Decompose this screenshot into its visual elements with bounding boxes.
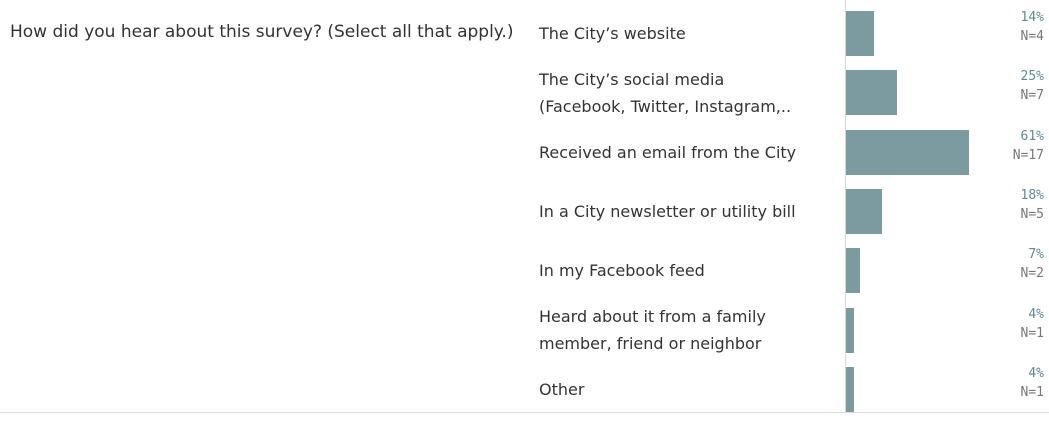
category-label-line: In a City newsletter or utility bill bbox=[539, 201, 796, 221]
category-label-line: In my Facebook feed bbox=[539, 261, 705, 281]
bar bbox=[846, 366, 855, 412]
bar bbox=[846, 11, 875, 56]
count-label: N=4 bbox=[1020, 29, 1044, 44]
category-label-line: Received an email from the City bbox=[539, 142, 797, 162]
percent-label: 18% bbox=[1020, 187, 1044, 203]
bar bbox=[846, 307, 855, 353]
bar bbox=[846, 70, 897, 116]
category-label-line: Other bbox=[539, 379, 585, 399]
count-label: N=1 bbox=[1020, 325, 1044, 341]
category-label-line: (Facebook, Twitter, Instagram,.. bbox=[539, 96, 792, 116]
percent-label: 61% bbox=[1020, 128, 1044, 144]
count-label: N=2 bbox=[1020, 266, 1044, 282]
bar bbox=[846, 248, 861, 294]
count-label: N=7 bbox=[1020, 88, 1044, 104]
category-label-line: member, friend or neighbor bbox=[539, 334, 762, 353]
bar bbox=[846, 188, 883, 234]
category-label: Received an email from the City bbox=[539, 139, 849, 166]
bottom-divider bbox=[0, 412, 1049, 413]
question-text: How did you hear about this survey? (Sel… bbox=[10, 22, 514, 42]
percent-label: 14% bbox=[1020, 10, 1044, 25]
category-label-line: Heard about it from a family bbox=[539, 307, 766, 326]
category-label: Heard about it from a family member, frie… bbox=[539, 303, 849, 357]
category-label: The City’s social media (Facebook, Twitte… bbox=[539, 66, 849, 120]
bar bbox=[846, 129, 970, 175]
percent-label: 25% bbox=[1020, 69, 1044, 85]
count-label: N=5 bbox=[1020, 206, 1044, 222]
percent-label: 4% bbox=[1028, 306, 1044, 322]
category-label-line: The City’s social media bbox=[539, 69, 725, 89]
percent-label: 4% bbox=[1028, 365, 1044, 381]
category-label: In a City newsletter or utility bill bbox=[539, 198, 849, 225]
count-label: N=1 bbox=[1020, 384, 1044, 400]
count-label: N=17 bbox=[1012, 147, 1044, 163]
percent-label: 7% bbox=[1028, 247, 1044, 263]
category-label: The City’s website bbox=[539, 20, 849, 47]
category-label: Other bbox=[539, 376, 849, 403]
category-label: In my Facebook feed bbox=[539, 257, 849, 284]
category-label-line: The City’s website bbox=[539, 24, 686, 43]
